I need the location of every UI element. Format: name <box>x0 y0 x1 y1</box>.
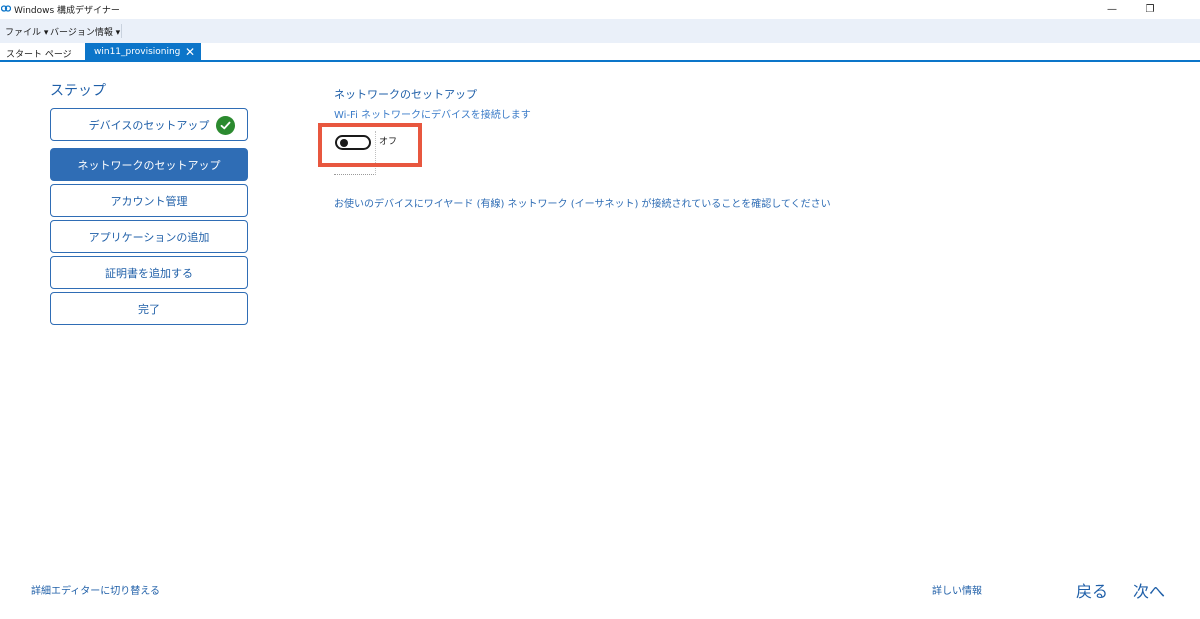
menu-divider <box>121 24 122 38</box>
step-label: アカウント管理 <box>110 194 188 208</box>
wifi-toggle[interactable] <box>335 135 371 150</box>
step-label: ネットワークのセットアップ <box>77 158 221 172</box>
menu-version-info[interactable]: バージョン情報 ▾ <box>50 25 120 38</box>
minimize-button[interactable]: — <box>1092 0 1132 19</box>
menu-bar: ファイル ▾ バージョン情報 ▾ <box>0 19 1200 43</box>
step-label: アプリケーションの追加 <box>88 230 210 244</box>
step-add-certificates[interactable]: 証明書を追加する <box>50 256 248 289</box>
toggle-knob <box>340 139 348 147</box>
step-add-applications[interactable]: アプリケーションの追加 <box>50 220 248 253</box>
page-subtitle: Wi-Fi ネットワークにデバイスを接続します <box>334 110 531 121</box>
menu-file[interactable]: ファイル ▾ <box>5 25 48 38</box>
toggle-state-label: オフ <box>379 137 398 147</box>
step-network-setup[interactable]: ネットワークのセットアップ <box>50 148 248 181</box>
tab-start-page[interactable]: スタート ページ <box>6 47 72 60</box>
switch-advanced-editor-link[interactable]: 詳細エディターに切り替える <box>31 582 160 597</box>
details-link[interactable]: 詳しい情報 <box>932 582 982 597</box>
tab-win11-provisioning[interactable]: win11_provisioning ✕ <box>85 43 201 62</box>
designer-logo-icon <box>1 5 11 12</box>
window-title: Windows 構成デザイナー <box>14 6 120 16</box>
ethernet-info-text: お使いのデバイスにワイヤード (有線) ネットワーク (イーサネット) が接続さ… <box>334 199 831 210</box>
next-button[interactable]: 次へ <box>1133 578 1165 602</box>
tab-bar: スタート ページ win11_provisioning ✕ <box>0 43 1200 62</box>
steps-heading: ステップ <box>50 83 106 99</box>
tab-label: win11_provisioning <box>94 47 181 57</box>
step-account-management[interactable]: アカウント管理 <box>50 184 248 217</box>
step-label: 完了 <box>138 302 160 316</box>
title-bar: Windows 構成デザイナー — ❐ <box>0 0 1200 19</box>
back-button[interactable]: 戻る <box>1076 578 1108 602</box>
step-finish[interactable]: 完了 <box>50 292 248 325</box>
restore-button[interactable]: ❐ <box>1130 0 1170 19</box>
step-label: デバイスのセットアップ <box>88 118 210 132</box>
step-label: 証明書を追加する <box>105 266 193 280</box>
check-circle-icon <box>216 116 235 135</box>
step-device-setup[interactable]: デバイスのセットアップ <box>50 108 248 141</box>
page-title: ネットワークのセットアップ <box>334 88 477 101</box>
close-tab-icon[interactable]: ✕ <box>185 45 195 59</box>
